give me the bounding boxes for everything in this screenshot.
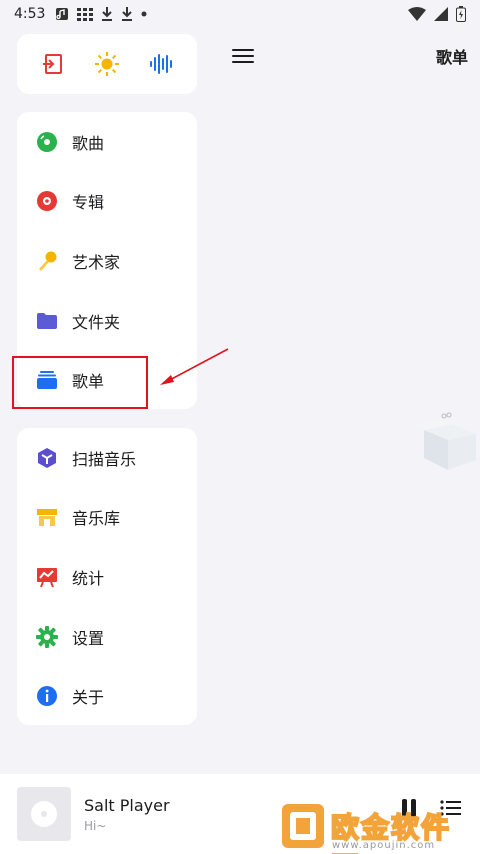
- track-info[interactable]: Salt Player Hi~: [84, 796, 170, 833]
- nav-item-label: 文件夹: [72, 312, 121, 332]
- nav-item-albums[interactable]: 专辑: [17, 172, 197, 232]
- chart-board-icon: [36, 566, 58, 588]
- nav-item-label: 专辑: [72, 193, 105, 213]
- nav-item-label: 设置: [72, 628, 105, 648]
- nav-item-artists[interactable]: 艺术家: [17, 231, 197, 291]
- album-art[interactable]: [17, 787, 71, 841]
- microphone-icon: [36, 250, 58, 272]
- scan-cube-icon: [36, 447, 58, 469]
- tools-card: 扫描音乐 音乐库 统计 设置 关于: [17, 428, 197, 725]
- battery-icon: [456, 6, 466, 26]
- status-time: 4:53: [14, 6, 46, 22]
- waveform-icon[interactable]: [142, 44, 182, 84]
- sun-icon[interactable]: [87, 44, 127, 84]
- nav-item-label: 歌曲: [72, 133, 105, 153]
- quick-actions-card: [17, 34, 197, 94]
- gear-icon: [36, 625, 58, 648]
- store-icon: [36, 506, 58, 528]
- watermark-url: www.apoujin.com: [332, 840, 436, 851]
- nav-item-songs[interactable]: 歌曲: [17, 112, 197, 172]
- dot-icon: [141, 11, 147, 17]
- wifi-icon: [408, 7, 426, 25]
- nav-item-scan-music[interactable]: 扫描音乐: [17, 428, 197, 488]
- nav-item-label: 关于: [72, 688, 105, 708]
- nav-item-about[interactable]: 关于: [17, 666, 197, 726]
- empty-box-icon: [412, 408, 480, 476]
- exit-icon[interactable]: [32, 44, 72, 84]
- page-title: 歌单: [435, 48, 468, 67]
- menu-icon[interactable]: [232, 46, 254, 66]
- track-subtitle: Hi~: [84, 818, 107, 833]
- nav-item-statistics[interactable]: 统计: [17, 547, 197, 607]
- nav-item-music-library[interactable]: 音乐库: [17, 488, 197, 548]
- app-notification-icon: [55, 7, 69, 21]
- track-title: Salt Player: [84, 795, 170, 815]
- nav-item-label: 艺术家: [72, 252, 121, 272]
- nav-item-label: 统计: [72, 568, 105, 588]
- record-red-icon: [36, 190, 58, 212]
- watermark: 欧金软件园 www.apoujin.com: [280, 798, 480, 854]
- download-icon: [101, 7, 113, 21]
- download-icon: [121, 7, 133, 21]
- info-icon: [36, 685, 58, 707]
- nav-item-settings[interactable]: 设置: [17, 607, 197, 667]
- folder-icon: [36, 310, 58, 332]
- status-bar: 4:53: [0, 0, 480, 28]
- annotation-arrow: [158, 346, 232, 392]
- highlight-box: [12, 356, 148, 409]
- nav-item-label: 音乐库: [72, 509, 121, 529]
- grid-notification-icon: [77, 7, 94, 21]
- signal-icon: [434, 7, 448, 25]
- nav-item-label: 扫描音乐: [72, 449, 137, 469]
- watermark-logo-icon: [282, 804, 324, 848]
- nav-item-folders[interactable]: 文件夹: [17, 291, 197, 351]
- disc-green-icon: [36, 131, 58, 153]
